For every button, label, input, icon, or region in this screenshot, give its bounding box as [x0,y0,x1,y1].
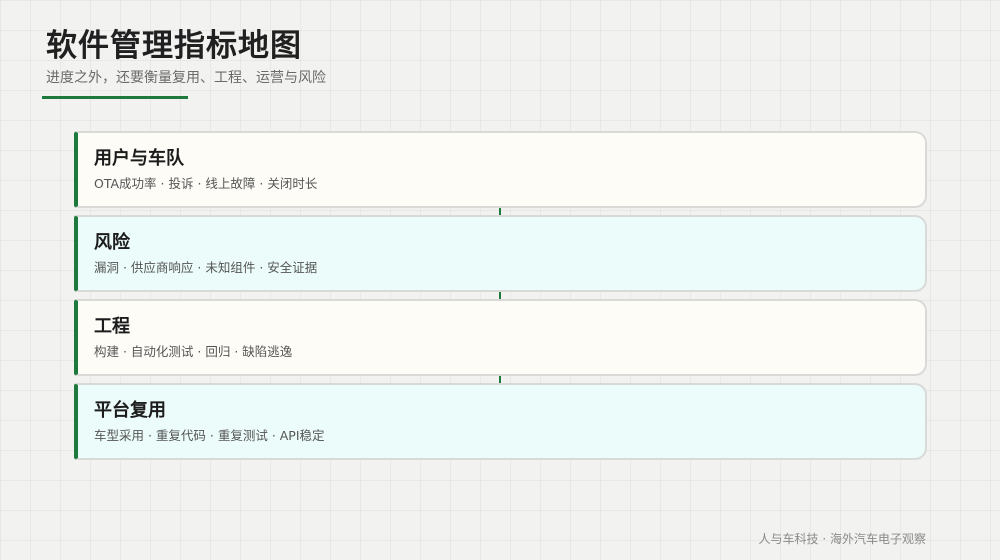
page-title: 软件管理指标地图 [46,28,302,64]
layer-card-risk: 风险 漏洞 · 供应商响应 · 未知组件 · 安全证据 [74,215,927,292]
header: 软件管理指标地图 进度之外，还要衡量复用、工程、运营与风险 [46,26,326,88]
layer-title: 平台复用 [94,400,166,421]
layer-metrics: 车型采用 · 重复代码 · 重复测试 · API稳定 [94,428,325,443]
layer-card-engineering: 工程 构建 · 自动化测试 · 回归 · 缺陷逃逸 [74,299,927,376]
layer-card-user-fleet: 用户与车队 OTA成功率 · 投诉 · 线上故障 · 关闭时长 [74,131,927,208]
layer-metrics: 构建 · 自动化测试 · 回归 · 缺陷逃逸 [94,344,293,359]
layer-title: 工程 [94,316,130,337]
layer-card-platform-reuse: 平台复用 车型采用 · 重复代码 · 重复测试 · API稳定 [74,383,927,460]
layer-title: 风险 [94,232,130,253]
layer-title: 用户与车队 [94,148,184,169]
page-subtitle: 进度之外，还要衡量复用、工程、运营与风险 [46,70,326,86]
metric-layers: 用户与车队 OTA成功率 · 投诉 · 线上故障 · 关闭时长 风险 漏洞 · … [74,131,927,463]
layer-metrics: 漏洞 · 供应商响应 · 未知组件 · 安全证据 [94,260,318,275]
source-footer: 人与车科技 · 海外汽车电子观察 [758,532,926,546]
title-underline [42,96,188,99]
layer-metrics: OTA成功率 · 投诉 · 线上故障 · 关闭时长 [94,176,318,191]
